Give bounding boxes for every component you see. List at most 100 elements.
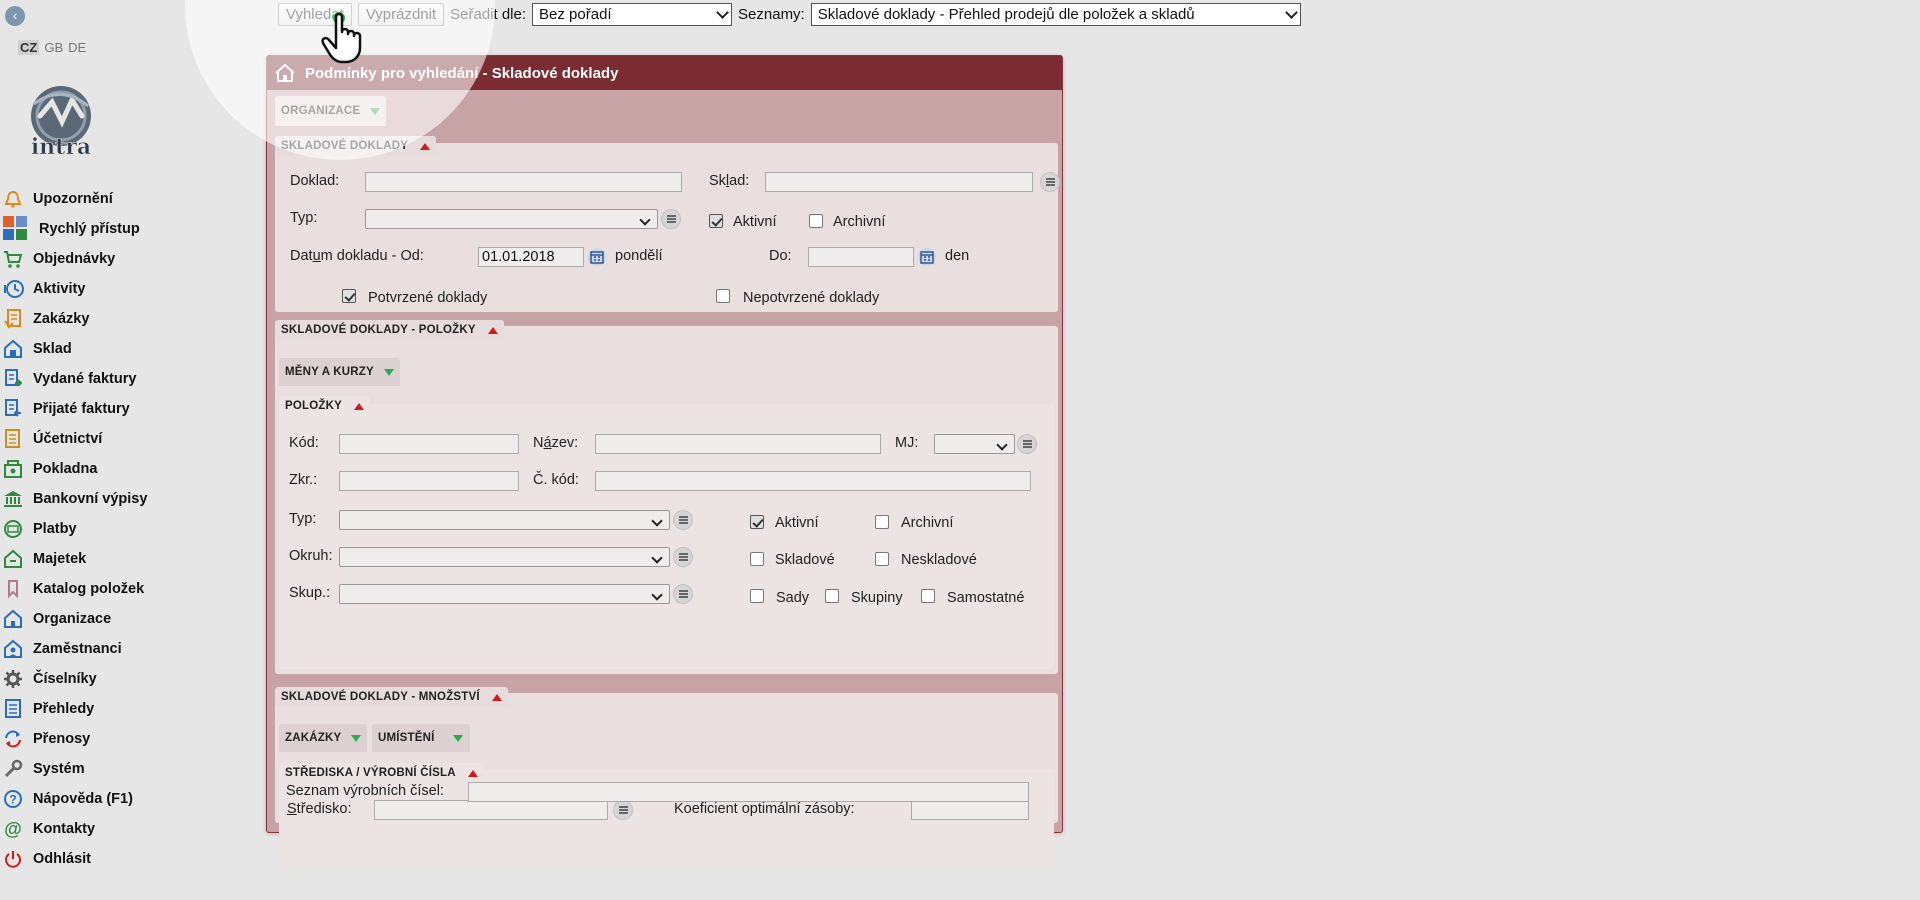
list-picker-icon[interactable] bbox=[673, 584, 693, 604]
sady-checkbox[interactable] bbox=[750, 589, 764, 603]
menu-item-napoveda[interactable]: ? Nápověda (F1) bbox=[3, 784, 147, 814]
menu-item-kontakty[interactable]: @ Kontakty bbox=[3, 814, 147, 844]
tab-label: ZAKÁZKY bbox=[285, 732, 342, 744]
tab-meny-a-kurzy[interactable]: MĚNY A KURZY bbox=[279, 358, 400, 386]
menu-item-zakazky[interactable]: Zakázky bbox=[3, 304, 147, 334]
menu-item-sklad[interactable]: Sklad bbox=[3, 334, 147, 364]
list-picker-icon[interactable] bbox=[673, 547, 693, 567]
menu-item-vydane-faktury[interactable]: Vydané faktury bbox=[3, 364, 147, 394]
stredisko-input[interactable] bbox=[374, 800, 608, 820]
menu-item-label: Přenosy bbox=[33, 731, 91, 747]
calendar-icon[interactable] bbox=[917, 247, 937, 267]
menu-item-label: Odhlásit bbox=[33, 851, 92, 867]
menu-item-pokladna[interactable]: Pokladna bbox=[3, 454, 147, 484]
ckod-input[interactable] bbox=[595, 471, 1031, 491]
potvrzene-checkbox[interactable] bbox=[342, 289, 356, 303]
list-picker-icon[interactable] bbox=[673, 510, 693, 530]
menu-item-ciselniky[interactable]: Číselníky bbox=[3, 664, 147, 694]
seznam-input[interactable] bbox=[468, 782, 1029, 802]
calendar-icon[interactable] bbox=[587, 247, 607, 267]
skupiny-checkbox[interactable] bbox=[825, 589, 839, 603]
cash-icon bbox=[3, 459, 27, 479]
intra-logo[interactable]: intra bbox=[18, 84, 104, 160]
menu-item-label: Aktivity bbox=[33, 281, 86, 297]
section-title-mnozstvi[interactable]: SKLADOVÉ DOKLADY - MNOŽSTVÍ bbox=[275, 687, 508, 707]
skladove-checkbox[interactable] bbox=[750, 552, 764, 566]
list-picker-icon[interactable] bbox=[1040, 172, 1060, 192]
list-picker-icon[interactable] bbox=[1017, 434, 1037, 454]
archivni-checkbox[interactable] bbox=[809, 214, 823, 228]
menu-item-majetek[interactable]: Majetek bbox=[3, 544, 147, 574]
subsection-title-polozky[interactable]: POLOŽKY bbox=[279, 396, 370, 416]
aktivni-polozky-checkbox[interactable] bbox=[750, 515, 764, 529]
nazev-input[interactable] bbox=[595, 434, 881, 454]
menu-item-prenosy[interactable]: Přenosy bbox=[3, 724, 147, 754]
lang-cz[interactable]: CZ bbox=[18, 40, 40, 55]
tab-umisteni[interactable]: UMÍSTĚNÍ bbox=[372, 724, 470, 752]
lang-de[interactable]: DE bbox=[68, 40, 86, 55]
home-icon[interactable] bbox=[274, 63, 296, 83]
lists-select[interactable]: Skladové doklady - Přehled prodejů dle p… bbox=[810, 2, 1301, 26]
menu-item-organizace[interactable]: Organizace bbox=[3, 604, 147, 634]
typ-select[interactable] bbox=[365, 209, 658, 229]
list-picker-icon[interactable] bbox=[613, 800, 633, 820]
organization-icon bbox=[3, 609, 27, 629]
nepotvrzene-checkbox[interactable] bbox=[716, 289, 730, 303]
menu-item-zamestnanci[interactable]: Zaměstnanci bbox=[3, 634, 147, 664]
search-conditions-panel: Podmínky pro vyhledání - Skladové doklad… bbox=[266, 55, 1063, 867]
section-title-skladove-doklady[interactable]: SKLADOVÉ DOKLADY bbox=[275, 136, 437, 156]
menu-item-rychly-pristup[interactable]: Rychlý přístup bbox=[3, 214, 147, 244]
seznam-label: Seznam výrobních čísel: bbox=[286, 783, 444, 799]
typ-polozky-select[interactable] bbox=[339, 510, 670, 530]
menu-item-prijate-faktury[interactable]: Přijaté faktury bbox=[3, 394, 147, 424]
menu-item-odhlasit[interactable]: Odhlásit bbox=[3, 844, 147, 874]
samostatne-checkbox[interactable] bbox=[921, 589, 935, 603]
lists-label: Seznamy: bbox=[738, 5, 805, 23]
menu-item-bankovni-vypisy[interactable]: Bankovní výpisy bbox=[3, 484, 147, 514]
archivni-polozky-checkbox[interactable] bbox=[875, 515, 889, 529]
sklad-input[interactable] bbox=[765, 172, 1033, 192]
menu-item-system[interactable]: Systém bbox=[3, 754, 147, 784]
menu-item-label: Číselníky bbox=[33, 671, 97, 687]
lists-select-value: Skladové doklady - Přehled prodejů dle p… bbox=[817, 5, 1195, 23]
doklad-input[interactable] bbox=[365, 172, 682, 192]
expand-icon bbox=[370, 107, 381, 115]
datum-label: Datum dokladu - Od: bbox=[290, 248, 424, 264]
datum-od-input[interactable]: 01.01.2018 bbox=[478, 247, 584, 267]
zkr-label: Zkr.: bbox=[289, 472, 318, 488]
menu-item-katalog-polozek[interactable]: Katalog položek bbox=[3, 574, 147, 604]
menu-item-prehledy[interactable]: Přehledy bbox=[3, 694, 147, 724]
tab-zakazky[interactable]: ZAKÁZKY bbox=[279, 724, 368, 752]
tab-organizace[interactable]: ORGANIZACE bbox=[275, 96, 387, 126]
chevron-down-icon bbox=[651, 515, 663, 527]
kod-input[interactable] bbox=[339, 434, 519, 454]
menu-item-label: Vydané faktury bbox=[33, 371, 137, 387]
subsection-title-strediska[interactable]: STŘEDISKA / VÝROBNÍ ČÍSLA bbox=[279, 763, 484, 783]
language-switcher: CZ GB DE bbox=[18, 40, 91, 55]
koef-input[interactable] bbox=[911, 800, 1029, 820]
neskladove-checkbox[interactable] bbox=[875, 552, 889, 566]
zkr-input[interactable] bbox=[339, 471, 519, 491]
skup-select[interactable] bbox=[339, 584, 670, 604]
sort-select[interactable]: Bez pořadí bbox=[532, 2, 733, 26]
neskladove-label: Neskladové bbox=[901, 552, 977, 568]
menu-item-label: Bankovní výpisy bbox=[33, 491, 148, 507]
menu-item-ucetnictvi[interactable]: Účetnictví bbox=[3, 424, 147, 454]
aktivni-checkbox[interactable] bbox=[709, 214, 723, 228]
menu-item-label: Nápověda (F1) bbox=[33, 791, 133, 807]
typ-polozky-label: Typ: bbox=[289, 511, 317, 527]
menu-item-aktivity[interactable]: Aktivity bbox=[3, 274, 147, 304]
mj-select[interactable] bbox=[934, 434, 1015, 454]
archivni-label: Archivní bbox=[833, 214, 886, 230]
okruh-select[interactable] bbox=[339, 547, 670, 567]
menu-item-upozorneni[interactable]: Upozornění bbox=[3, 184, 147, 214]
warehouse-icon bbox=[3, 339, 27, 359]
menu-item-platby[interactable]: Platby bbox=[3, 514, 147, 544]
list-picker-icon[interactable] bbox=[661, 209, 681, 229]
back-icon[interactable]: ‹ bbox=[5, 6, 25, 26]
lang-gb[interactable]: GB bbox=[44, 40, 63, 55]
section-title-polozky[interactable]: SKLADOVÉ DOKLADY - POLOŽKY bbox=[275, 320, 504, 340]
clock-icon bbox=[3, 279, 27, 299]
datum-do-input[interactable] bbox=[808, 247, 914, 267]
menu-item-objednavky[interactable]: Objednávky bbox=[3, 244, 147, 274]
